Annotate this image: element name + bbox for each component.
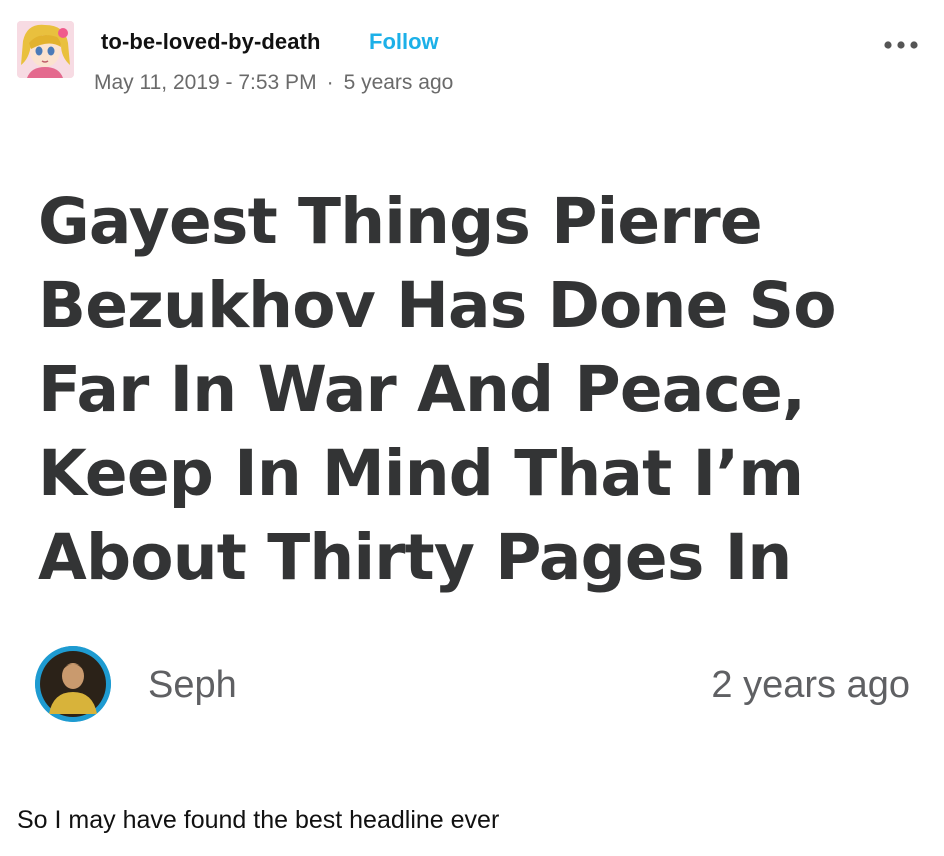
post-date[interactable]: May 11, 2019 - 7:53 PM [94,71,317,94]
author-timestamp: 2 years ago [711,664,910,706]
anime-girl-avatar-image [17,21,74,78]
author-name: Seph [148,664,237,706]
blog-avatar[interactable] [17,21,74,78]
follow-button[interactable]: Follow [369,29,439,55]
post-caption: So I may have found the best headline ev… [17,806,500,834]
post-header: to-be-loved-by-death Follow May 11, 2019… [0,0,944,110]
headline-screenshot-image[interactable]: Gayest Things Pierre Bezukhov Has Done S… [0,110,944,770]
ellipsis-horizontal-icon[interactable] [882,38,920,52]
meta-separator: · [326,71,334,94]
post-meta: May 11, 2019 - 7:53 PM · 5 years ago [94,71,453,95]
article-author-row: Seph 2 years ago [0,644,944,728]
post-relative-time: 5 years ago [343,71,454,94]
blog-username[interactable]: to-be-loved-by-death [101,29,321,55]
author-avatar [35,646,111,722]
article-headline: Gayest Things Pierre Bezukhov Has Done S… [38,185,837,594]
